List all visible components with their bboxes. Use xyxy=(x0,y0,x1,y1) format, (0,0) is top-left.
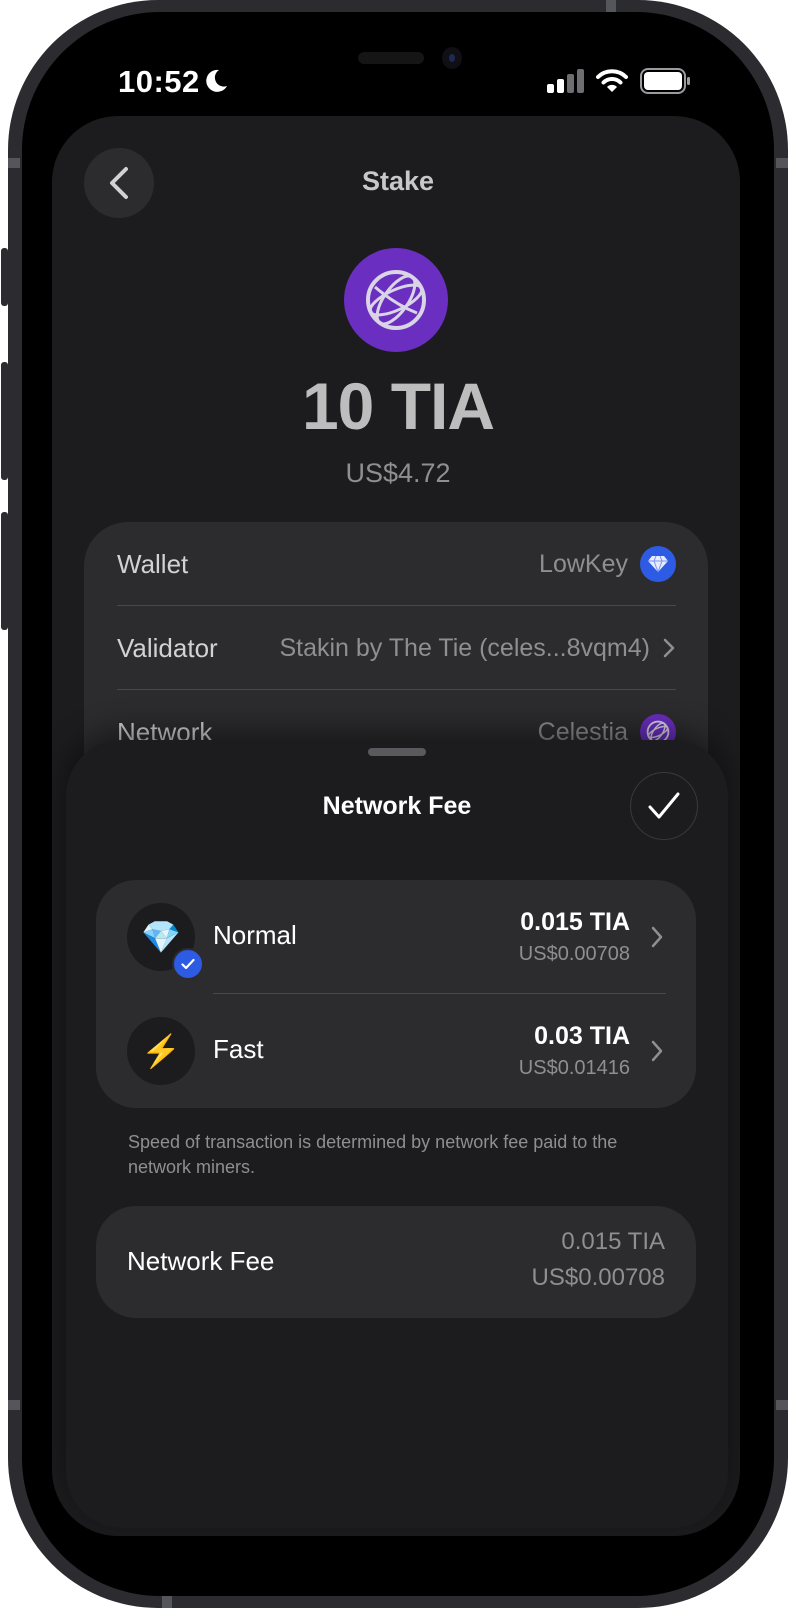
confirm-button[interactable] xyxy=(630,772,698,840)
fee-option-normal[interactable]: 💎 Normal 0.015 TIA US$0.00708 xyxy=(96,880,696,994)
celestia-glyph-icon xyxy=(366,270,426,330)
fee-option-usd: US$0.01416 xyxy=(518,1057,630,1079)
wallet-label: Wallet xyxy=(117,548,189,579)
check-glyph-icon xyxy=(181,958,195,970)
network-fee-sheet: Network Fee 💎 Normal 0.015 TIA US$0.0070… xyxy=(66,740,728,1528)
fee-summary-label: Network Fee xyxy=(127,1246,275,1276)
antenna-band xyxy=(162,1596,172,1608)
validator-value-group: Stakin by The Tie (celes...8vqm4) xyxy=(279,634,676,663)
chevron-right-icon xyxy=(651,926,663,948)
wallet-value-group: LowKey xyxy=(539,546,676,582)
stake-amount: 10 TIA xyxy=(301,369,495,443)
wallet-gem-icon xyxy=(640,546,676,582)
fee-summary-amount: 0.015 TIA xyxy=(561,1228,665,1255)
antenna-band xyxy=(8,158,20,168)
validator-row[interactable]: Validator Stakin by The Tie (celes...8vq… xyxy=(117,606,676,690)
earpiece-speaker xyxy=(358,52,424,64)
fee-explanation-note: Speed of transaction is determined by ne… xyxy=(128,1132,618,1177)
antenna-band xyxy=(606,0,616,12)
celestia-logo-icon xyxy=(344,248,448,352)
selected-check-icon xyxy=(172,948,204,980)
moon-icon xyxy=(206,69,227,92)
phone-frame: 10:52 Stake 10 TIA US$4.72 Wallet LowKey… xyxy=(1,0,788,1608)
antenna-band xyxy=(8,1400,20,1410)
fee-options-list: 💎 Normal 0.015 TIA US$0.00708 ⚡ Fast 0.0… xyxy=(96,880,696,1108)
silent-switch xyxy=(1,248,8,306)
front-camera xyxy=(442,47,462,69)
wallet-value: LowKey xyxy=(539,549,628,578)
validator-label: Validator xyxy=(117,632,218,663)
battery-icon xyxy=(640,68,690,94)
cellular-signal-icon xyxy=(547,69,584,93)
checkmark-icon xyxy=(648,792,680,819)
page-title: Stake xyxy=(361,166,435,196)
wifi-icon xyxy=(596,69,628,92)
validator-value: Stakin by The Tie (celes...8vqm4) xyxy=(279,633,650,662)
sheet-title: Network Fee xyxy=(322,792,472,820)
fee-option-fast[interactable]: ⚡ Fast 0.03 TIA US$0.01416 xyxy=(96,994,696,1108)
volume-down-button xyxy=(1,512,8,630)
status-time: 10:52 xyxy=(118,64,200,99)
fee-summary-usd: US$0.00708 xyxy=(531,1264,665,1291)
stake-amount-usd: US$4.72 xyxy=(345,458,451,488)
fee-option-name: Normal xyxy=(213,920,297,950)
fee-option-usd: US$0.00708 xyxy=(518,943,630,965)
gem-glyph-icon xyxy=(648,555,668,573)
screen: 10:52 Stake 10 TIA US$4.72 Wallet LowKey… xyxy=(22,12,774,1596)
chevron-right-icon xyxy=(651,1040,663,1062)
fee-option-amount: 0.015 TIA xyxy=(520,908,630,936)
fee-option-name: Fast xyxy=(213,1034,264,1064)
antenna-band xyxy=(776,1400,788,1410)
sheet-grabber[interactable] xyxy=(368,748,426,756)
wallet-row[interactable]: Wallet LowKey xyxy=(117,522,676,606)
fee-summary-card: Network Fee 0.015 TIA US$0.00708 xyxy=(96,1206,696,1318)
lightning-icon: ⚡ xyxy=(127,1017,195,1085)
antenna-band xyxy=(776,158,788,168)
volume-up-button xyxy=(1,362,8,480)
fee-option-amount: 0.03 TIA xyxy=(534,1022,630,1050)
chevron-right-icon xyxy=(663,638,675,658)
